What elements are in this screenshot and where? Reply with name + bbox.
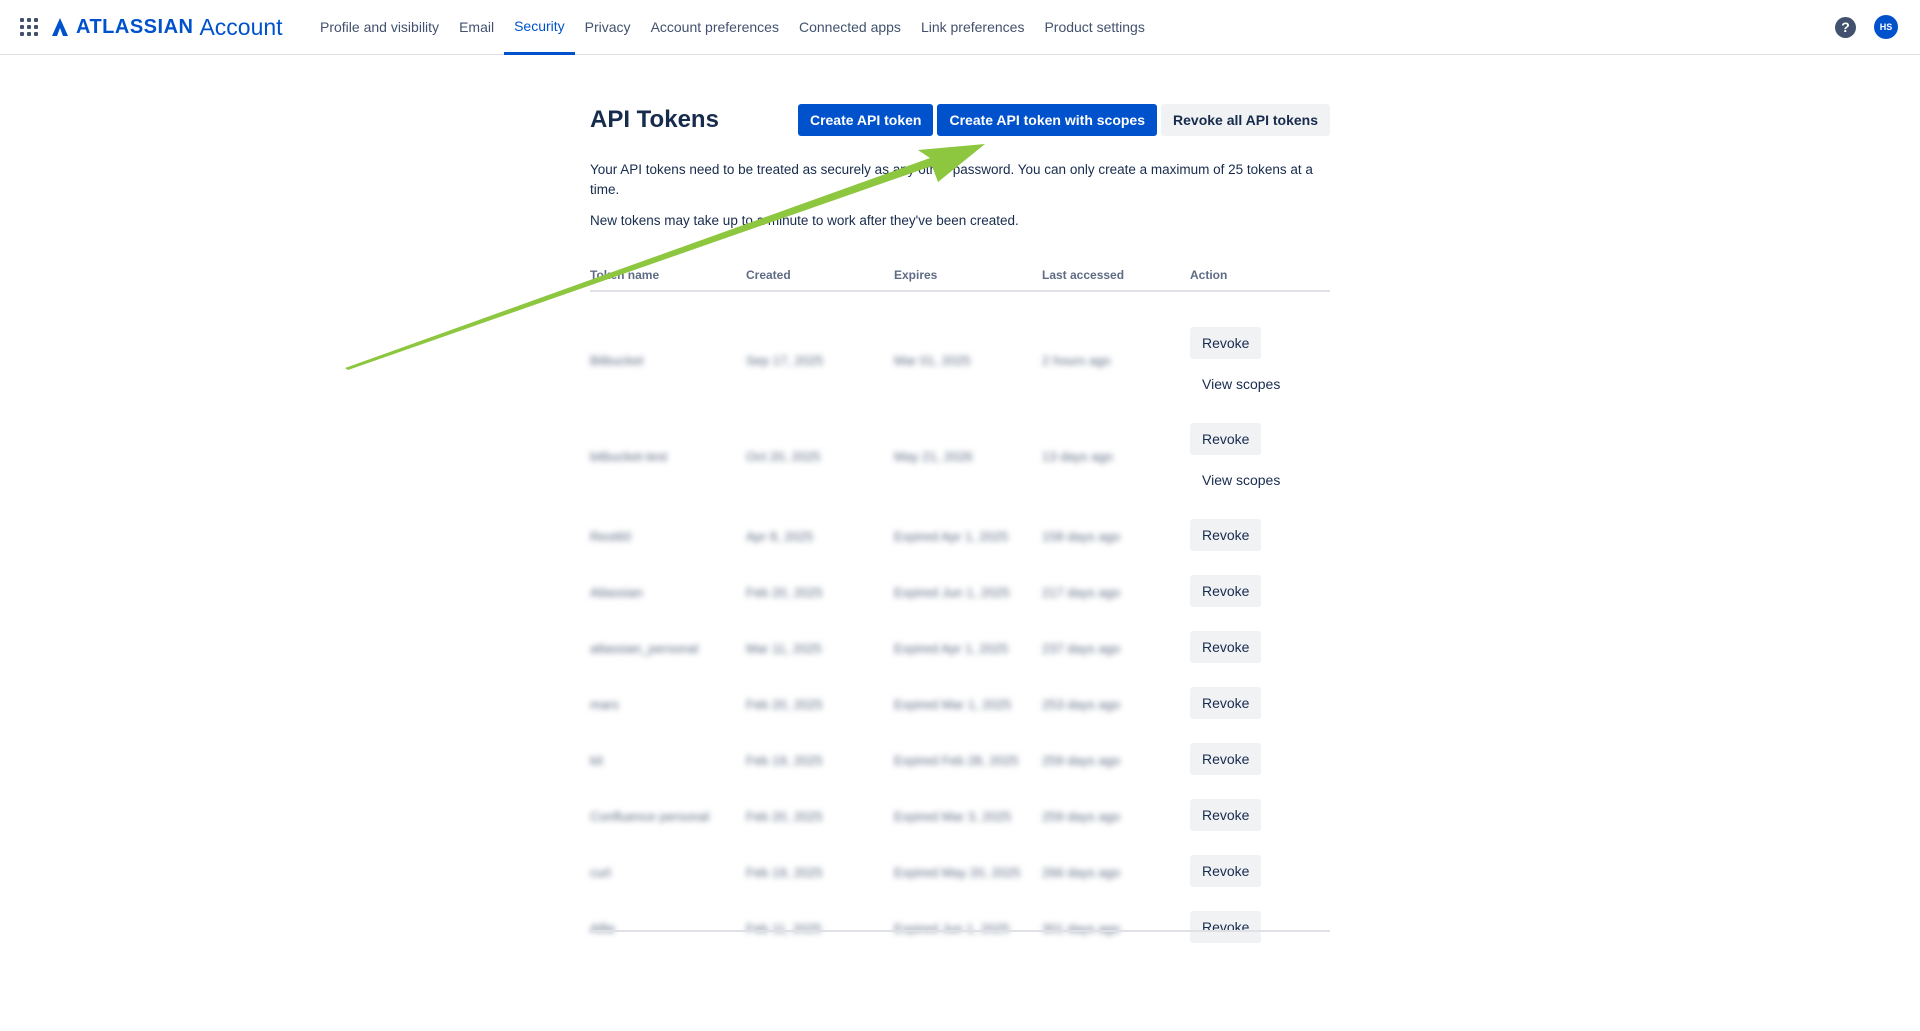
- token-created-cell: Sep 17, 2025: [746, 353, 824, 368]
- revoke-token-button[interactable]: Revoke: [1190, 631, 1262, 663]
- token-created-cell: Apr 8, 2025: [746, 529, 814, 544]
- nav-product-settings[interactable]: Product settings: [1034, 0, 1154, 55]
- token-name-cell: kit: [590, 753, 603, 768]
- table-bottom-divider: [590, 930, 1330, 932]
- atlassian-account-logo[interactable]: ATLASSIAN Account: [50, 14, 283, 40]
- token-created-cell: Mar 11, 2025: [746, 641, 822, 656]
- token-created-cell: Feb 19, 2025: [746, 865, 823, 880]
- revoke-token-button[interactable]: Revoke: [1190, 743, 1262, 775]
- token-name-cell: mars: [590, 697, 619, 712]
- user-avatar[interactable]: HS: [1874, 15, 1898, 39]
- nav-connected-apps[interactable]: Connected apps: [789, 0, 911, 55]
- create-api-token-with-scopes-button[interactable]: Create API token with scopes: [937, 104, 1158, 136]
- token-expires-cell: Expired May 20, 2025: [894, 865, 1021, 880]
- nav-account-preferences[interactable]: Account preferences: [641, 0, 789, 55]
- column-header-action: Action: [1190, 268, 1228, 282]
- revoke-token-button[interactable]: Revoke: [1190, 911, 1262, 943]
- token-expires-cell: Expired Apr 1, 2025: [894, 641, 1009, 656]
- token-last-accessed-cell: 301 days ago: [1042, 921, 1121, 936]
- token-created-cell: Feb 20, 2025: [746, 697, 823, 712]
- revoke-token-button[interactable]: Revoke: [1190, 519, 1262, 551]
- token-name-cell: Rest60: [590, 529, 632, 544]
- create-api-token-button[interactable]: Create API token: [797, 104, 934, 136]
- token-name-cell: Bitbucket: [590, 353, 644, 368]
- revoke-token-button[interactable]: Revoke: [1190, 327, 1262, 359]
- api-tokens-description: Your API tokens need to be treated as se…: [590, 162, 1313, 197]
- app-switcher-grid-icon[interactable]: [20, 18, 38, 36]
- column-header-expires: Expires: [894, 268, 938, 282]
- column-header-created: Created: [746, 268, 791, 282]
- logo-brand-text: ATLASSIAN: [76, 15, 194, 38]
- token-last-accessed-cell: 2 hours ago: [1042, 353, 1111, 368]
- token-last-accessed-cell: 253 days ago: [1042, 697, 1121, 712]
- token-expires-cell: Expired Apr 1, 2025: [894, 529, 1009, 544]
- logo-product-text: Account: [199, 13, 283, 40]
- token-name-cell: bitbucket-test: [590, 449, 668, 464]
- nav-link-preferences[interactable]: Link preferences: [911, 0, 1035, 55]
- revoke-token-button[interactable]: Revoke: [1190, 687, 1262, 719]
- token-name-cell: atlassian_personal: [590, 641, 699, 656]
- revoke-token-button[interactable]: Revoke: [1190, 799, 1262, 831]
- token-expires-cell: Expired Mar 1, 2025: [894, 697, 1012, 712]
- token-last-accessed-cell: 237 days ago: [1042, 641, 1121, 656]
- token-expires-cell: Mar 01, 2025: [894, 353, 971, 368]
- token-expires-cell: Expired Feb 28, 2025: [894, 753, 1019, 768]
- token-actions: Create API token Create API token with s…: [797, 104, 1330, 136]
- revoke-token-button[interactable]: Revoke: [1190, 855, 1262, 887]
- help-icon[interactable]: ?: [1835, 17, 1856, 38]
- token-expires-cell: Expired Jun 1, 2025: [894, 921, 1010, 936]
- view-scopes-link[interactable]: View scopes: [1202, 376, 1280, 392]
- token-expires-cell: Expired Jun 1, 2025: [894, 585, 1010, 600]
- token-created-cell: Feb 19, 2025: [746, 753, 823, 768]
- nav-profile-and-visibility[interactable]: Profile and visibility: [310, 0, 449, 55]
- page-title: API Tokens: [590, 106, 719, 133]
- column-header-token-name: Token name: [590, 268, 660, 282]
- token-name-cell: Alfie: [590, 921, 616, 936]
- api-tokens-table: Token name Created Expires Last accessed…: [590, 268, 1330, 943]
- token-last-accessed-cell: 13 days ago: [1042, 449, 1113, 464]
- token-expires-cell: May 21, 2026: [894, 449, 973, 464]
- view-scopes-link[interactable]: View scopes: [1202, 472, 1280, 488]
- revoke-all-api-tokens-button[interactable]: Revoke all API tokens: [1161, 104, 1330, 136]
- revoke-token-button[interactable]: Revoke: [1190, 423, 1262, 455]
- main-nav: Profile and visibility Email Security Pr…: [310, 0, 1155, 55]
- top-navigation-bar: ATLASSIAN Account Profile and visibility…: [0, 0, 1920, 55]
- revoke-token-button[interactable]: Revoke: [1190, 575, 1262, 607]
- column-header-last-accessed: Last accessed: [1042, 268, 1125, 282]
- atlassian-logo-icon: [52, 18, 68, 36]
- token-created-cell: Feb 11, 2025: [746, 921, 822, 936]
- token-last-accessed-cell: 266 days ago: [1042, 865, 1121, 880]
- table-header: Token name Created Expires Last accessed…: [590, 268, 1330, 292]
- token-created-cell: Feb 20, 2025: [746, 809, 823, 824]
- token-name-cell: Atlassian: [590, 585, 643, 600]
- token-created-cell: Feb 20, 2025: [746, 585, 823, 600]
- token-last-accessed-cell: 259 days ago: [1042, 809, 1121, 824]
- nav-security[interactable]: Security: [504, 0, 575, 55]
- api-tokens-note: New tokens may take up to a minute to wo…: [590, 213, 1019, 228]
- token-last-accessed-cell: 259 days ago: [1042, 753, 1121, 768]
- token-name-cell: curl: [590, 865, 611, 880]
- token-created-cell: Oct 20, 2025: [746, 449, 821, 464]
- nav-email[interactable]: Email: [449, 0, 504, 55]
- token-name-cell: Confluence personal: [590, 809, 710, 824]
- token-expires-cell: Expired Mar 3, 2025: [894, 809, 1012, 824]
- token-last-accessed-cell: 158 days ago: [1042, 529, 1121, 544]
- nav-privacy[interactable]: Privacy: [575, 0, 641, 55]
- token-last-accessed-cell: 217 days ago: [1042, 585, 1121, 600]
